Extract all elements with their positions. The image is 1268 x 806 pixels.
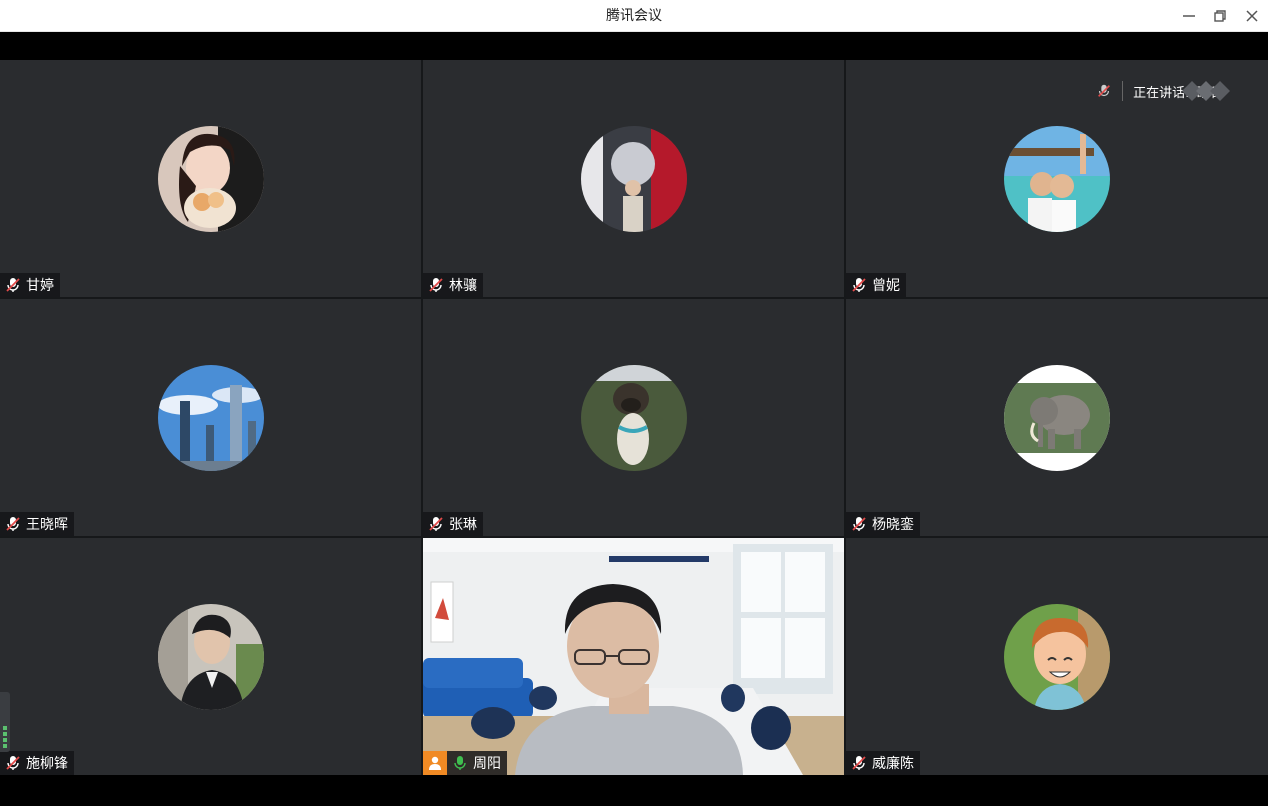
participant-tile[interactable]: 甘婷 [0,60,421,297]
mic-muted-icon [429,278,443,292]
participant-nametag: 威廉陈 [846,751,920,775]
participant-tile[interactable]: 张琳 [423,299,844,536]
restore-icon [1214,10,1226,22]
participant-avatar [580,125,687,232]
minimize-button[interactable] [1176,4,1202,28]
host-badge [423,751,447,775]
participant-name: 张琳 [449,517,477,533]
participant-name: 威廉陈 [872,756,914,772]
participant-name: 施柳锋 [26,756,68,772]
tencent-meeting-logo-icon [1182,81,1230,101]
restore-button[interactable] [1207,4,1233,28]
mic-active-icon [454,756,466,770]
participant-nametag: 周阳 [423,751,507,775]
minimize-icon [1183,15,1195,17]
participant-avatar [157,364,264,471]
participant-name: 周阳 [473,756,501,772]
mic-muted-icon [852,756,866,770]
video-grid: 甘婷 林骧 正在讲话: 周阳; 曾妮 王晓晖 张琳 杨晓銮 施柳锋 周阳 威廉陈 [0,60,1268,775]
participant-avatar [157,125,264,232]
participant-nametag: 杨晓銮 [846,512,920,536]
participant-nametag: 曾妮 [846,273,906,297]
participant-tile-active-speaker[interactable]: 周阳 [423,538,844,775]
participant-tile[interactable]: 杨晓銮 [846,299,1268,536]
participant-tile[interactable]: 王晓晖 [0,299,421,536]
bottom-toolbar-area [0,775,1268,806]
mic-muted-icon [6,517,20,531]
participant-avatar [580,364,687,471]
close-button[interactable] [1239,4,1265,28]
mic-muted-icon [852,517,866,531]
participant-nametag: 施柳锋 [0,751,74,775]
mic-muted-icon [6,278,20,292]
participant-nametag: 张琳 [423,512,483,536]
participant-avatar [1004,364,1110,471]
participant-nametag: 王晓晖 [0,512,74,536]
top-toolbar-area [0,32,1268,60]
window-title: 腾讯会议 [606,8,662,24]
participant-name: 曾妮 [872,278,900,294]
audio-level-meter[interactable] [0,692,10,752]
participant-name: 林骧 [449,278,477,294]
close-icon [1246,10,1258,22]
participant-avatar [157,603,264,710]
mic-muted-icon [1098,84,1110,97]
divider [1122,81,1124,101]
mic-muted-icon [852,278,866,292]
participant-tile[interactable]: 威廉陈 [846,538,1268,775]
participant-avatar [1004,125,1110,232]
host-person-icon [429,756,441,770]
mic-muted-icon [429,517,443,531]
participant-tile[interactable]: 林骧 [423,60,844,297]
mic-muted-icon [6,756,20,770]
participant-nametag: 甘婷 [0,273,60,297]
participant-name: 甘婷 [26,278,54,294]
title-bar: 腾讯会议 [0,0,1268,32]
participant-tile[interactable]: 施柳锋 [0,538,421,775]
participant-name: 王晓晖 [26,517,68,533]
participant-avatar [1004,603,1110,710]
participant-video-feed [423,538,844,775]
participant-tile[interactable]: 正在讲话: 周阳; 曾妮 [846,60,1268,297]
participant-name: 杨晓銮 [872,517,914,533]
participant-nametag: 林骧 [423,273,483,297]
